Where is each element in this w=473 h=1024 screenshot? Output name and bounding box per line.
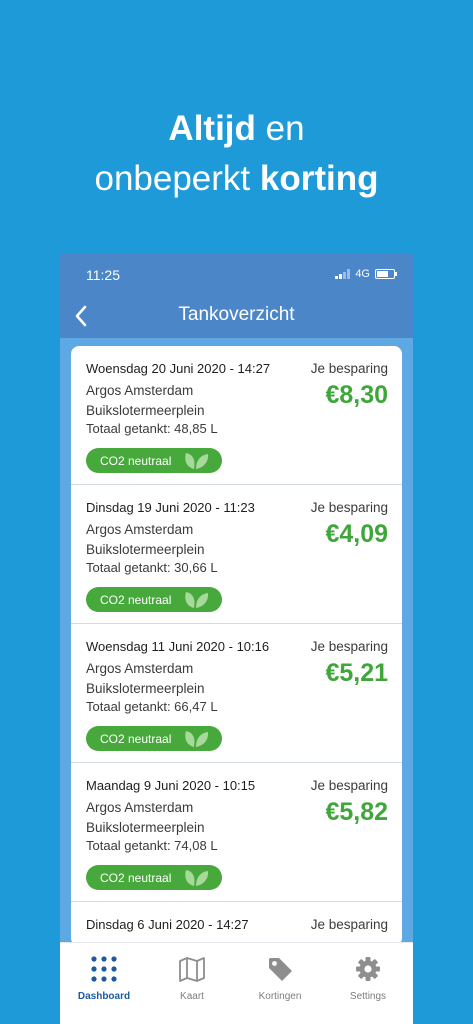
- nav-bar: Tankoverzicht: [60, 294, 413, 338]
- savings-amount: €8,30: [325, 381, 388, 409]
- station-name: Argos Amsterdam: [86, 522, 194, 537]
- headline-bold-1: Altijd: [168, 109, 256, 148]
- status-time: 11:25: [86, 267, 120, 283]
- headline-normal-2: onbeperkt: [94, 159, 260, 198]
- station-location: Buikslotermeerplein: [86, 403, 205, 418]
- fuel-entry-card[interactable]: Maandag 9 Juni 2020 - 10:15 Argos Amster…: [71, 763, 402, 902]
- fuel-history-list[interactable]: Woensdag 20 Juni 2020 - 14:27 Argos Amst…: [71, 346, 402, 946]
- badge-label: CO2 neutraal: [100, 592, 172, 607]
- promo-headline: Altijd en onbeperkt korting: [0, 104, 473, 204]
- battery-icon: [375, 269, 397, 279]
- signal-icon: [335, 269, 351, 279]
- savings-label: Je besparing: [310, 361, 388, 376]
- entry-station: Argos Amsterdam Buikslotermeerplein: [86, 520, 205, 560]
- station-name: Argos Amsterdam: [86, 661, 194, 676]
- leaf-icon: [185, 592, 209, 609]
- badge-label: CO2 neutraal: [100, 870, 172, 885]
- savings-label: Je besparing: [310, 778, 388, 793]
- station-location: Buikslotermeerplein: [86, 681, 205, 696]
- entry-date: Dinsdag 6 Juni 2020 - 14:27: [86, 917, 249, 932]
- entry-total: Totaal getankt: 48,85 L: [86, 421, 218, 436]
- entry-station: Argos Amsterdam Buikslotermeerplein: [86, 381, 205, 421]
- tag-icon: [269, 958, 292, 981]
- entry-date: Dinsdag 19 Juni 2020 - 11:23: [86, 500, 255, 515]
- tab-settings[interactable]: Settings: [324, 943, 412, 1024]
- status-right: 4G: [335, 268, 397, 280]
- leaf-icon: [185, 870, 209, 887]
- tab-kaart[interactable]: Kaart: [148, 943, 236, 1024]
- savings-label: Je besparing: [310, 639, 388, 654]
- co2-neutral-badge: CO2 neutraal: [86, 726, 222, 751]
- co2-neutral-badge: CO2 neutraal: [86, 865, 222, 890]
- entry-date: Woensdag 20 Juni 2020 - 14:27: [86, 361, 271, 376]
- fuel-entry-card[interactable]: Dinsdag 19 Juni 2020 - 11:23 Argos Amste…: [71, 485, 402, 624]
- headline-normal-1: en: [255, 109, 305, 148]
- co2-neutral-badge: CO2 neutraal: [86, 448, 222, 473]
- tab-label: Kaart: [180, 991, 204, 1002]
- headline-bold-2: korting: [259, 159, 379, 198]
- savings-amount: €4,09: [325, 520, 388, 548]
- entry-station: Argos Amsterdam Buikslotermeerplein: [86, 798, 205, 838]
- fuel-entry-card[interactable]: Dinsdag 6 Juni 2020 - 14:27 Je besparing: [71, 902, 402, 946]
- station-name: Argos Amsterdam: [86, 383, 194, 398]
- entry-total: Totaal getankt: 66,47 L: [86, 699, 218, 714]
- savings-label: Je besparing: [310, 500, 388, 515]
- bottom-tab-bar: Dashboard Kaart Kortingen Settings: [60, 942, 413, 1024]
- entry-total: Totaal getankt: 74,08 L: [86, 838, 218, 853]
- entry-station: Argos Amsterdam Buikslotermeerplein: [86, 659, 205, 699]
- badge-label: CO2 neutraal: [100, 453, 172, 468]
- page-title: Tankoverzicht: [178, 304, 295, 325]
- savings-label: Je besparing: [310, 917, 388, 932]
- station-location: Buikslotermeerplein: [86, 820, 205, 835]
- tab-kortingen[interactable]: Kortingen: [236, 943, 324, 1024]
- badge-label: CO2 neutraal: [100, 731, 172, 746]
- fuel-entry-card[interactable]: Woensdag 11 Juni 2020 - 10:16 Argos Amst…: [71, 624, 402, 763]
- network-label: 4G: [355, 268, 370, 280]
- gear-icon: [356, 957, 380, 981]
- leaf-icon: [185, 731, 209, 748]
- dots-grid-icon: [91, 956, 117, 982]
- entry-total: Totaal getankt: 30,66 L: [86, 560, 218, 575]
- entry-date: Woensdag 11 Juni 2020 - 10:16: [86, 639, 270, 654]
- savings-amount: €5,82: [325, 798, 388, 826]
- phone-screen: 11:25 4G Tankoverzicht Woensdag 20 Juni …: [60, 254, 413, 1024]
- entry-date: Maandag 9 Juni 2020 - 10:15: [86, 778, 256, 793]
- savings-amount: €5,21: [325, 659, 388, 687]
- station-name: Argos Amsterdam: [86, 800, 194, 815]
- tab-label: Settings: [349, 991, 387, 1002]
- tab-label: Kortingen: [258, 991, 302, 1002]
- station-location: Buikslotermeerplein: [86, 542, 205, 557]
- co2-neutral-badge: CO2 neutraal: [86, 587, 222, 612]
- fuel-entry-card[interactable]: Woensdag 20 Juni 2020 - 14:27 Argos Amst…: [71, 346, 402, 485]
- tab-label: Dashboard: [77, 991, 131, 1002]
- status-bar: 11:25 4G: [60, 254, 413, 294]
- map-icon: [179, 957, 205, 982]
- leaf-icon: [185, 453, 209, 470]
- tab-dashboard[interactable]: Dashboard: [60, 943, 148, 1024]
